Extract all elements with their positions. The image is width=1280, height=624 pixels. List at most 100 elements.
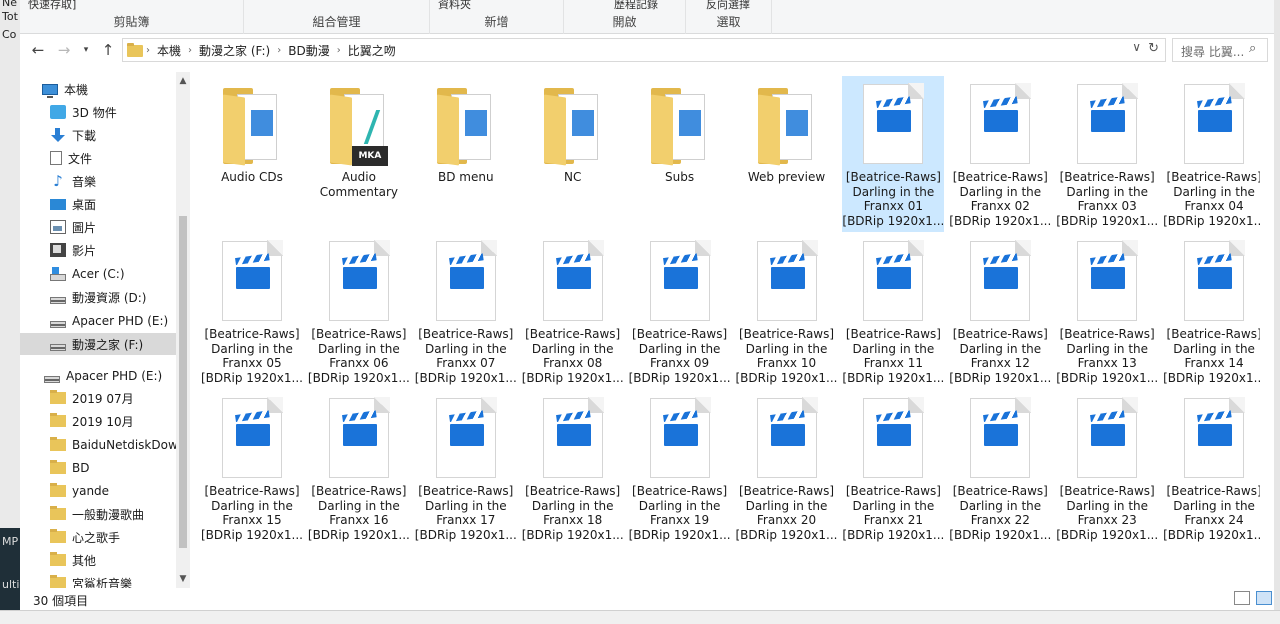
sidebar-item[interactable]: yande: [20, 480, 178, 502]
video-file-item[interactable]: [Beatrice-Raws] Darling in the Franxx 07 [B…: [415, 233, 517, 389]
status-bar: 30 個項目: [20, 588, 1274, 610]
video-file-item[interactable]: [Beatrice-Raws] Darling in the Franxx 02 [B…: [949, 76, 1051, 232]
ribbon-top-text[interactable]: 快速存取]: [28, 0, 76, 12]
sidebar-item[interactable]: 圖片: [20, 216, 178, 238]
sidebar-item-label: yande: [72, 484, 110, 498]
scrollbar-thumb[interactable]: [179, 216, 187, 548]
file-name-line: NC: [564, 170, 582, 184]
video-file-item[interactable]: [Beatrice-Raws] Darling in the Franxx 09 [B…: [629, 233, 731, 389]
folder-item[interactable]: NC: [522, 76, 624, 232]
folder-item[interactable]: Web preview: [736, 76, 838, 232]
sidebar-item[interactable]: BaiduNetdiskDown: [20, 434, 185, 456]
sidebar-item[interactable]: 文件: [20, 147, 178, 169]
file-name-line: Franxx 21: [863, 513, 923, 527]
refresh-icon[interactable]: ↻: [1148, 41, 1159, 56]
video-file-item[interactable]: [Beatrice-Raws] Darling in the Franxx 10 [B…: [736, 233, 838, 389]
scroll-up-arrow-icon[interactable]: ▲: [176, 76, 190, 86]
sidebar-item-label: 桌面: [72, 197, 97, 212]
sidebar-item[interactable]: 心之歌手: [20, 526, 178, 548]
sidebar-item[interactable]: Apacer PHD (E:): [20, 310, 178, 332]
video-file-item[interactable]: [Beatrice-Raws] Darling in the Franxx 18 [B…: [522, 390, 624, 546]
up-arrow-icon[interactable]: ↑: [98, 40, 118, 60]
sidebar-item[interactable]: 2019 10月: [20, 410, 178, 432]
video-file-item[interactable]: [Beatrice-Raws] Darling in the Franxx 08 [B…: [522, 233, 624, 389]
doc-icon: [50, 151, 62, 165]
video-file-item[interactable]: [Beatrice-Raws] Darling in the Franxx 20 [B…: [736, 390, 838, 546]
sidebar-item[interactable]: Acer (C:): [20, 263, 178, 285]
file-name: [Beatrice-Raws] Darling in the Franxx 11 [B…: [842, 327, 944, 385]
file-name-line: Franxx 04: [1184, 199, 1244, 213]
sidebar-item[interactable]: 動漫資源 (D:): [20, 286, 178, 308]
recent-locations-chevron-icon[interactable]: ▾: [76, 40, 96, 60]
search-icon[interactable]: ⌕: [1249, 41, 1256, 56]
video-file-item[interactable]: [Beatrice-Raws] Darling in the Franxx 11 [B…: [842, 233, 944, 389]
details-view-icon[interactable]: [1234, 591, 1250, 605]
pic-icon: [50, 220, 66, 234]
video-file-item[interactable]: [Beatrice-Raws] Darling in the Franxx 16 [B…: [308, 390, 410, 546]
folder-item[interactable]: MKA Audio Commentary: [308, 76, 410, 232]
ribbon-top-text[interactable]: 資料夾: [438, 0, 471, 12]
forward-arrow-icon[interactable]: →: [54, 40, 74, 60]
large-icons-view-icon[interactable]: [1256, 591, 1272, 605]
breadcrumb-item[interactable]: 本機: [153, 42, 185, 59]
video-file-item[interactable]: [Beatrice-Raws] Darling in the Franxx 13 [B…: [1056, 233, 1158, 389]
ribbon-top-text[interactable]: 歷程記錄: [614, 0, 658, 12]
sidebar-item[interactable]: 宮鯊析音樂: [20, 572, 178, 588]
video-file-item[interactable]: [Beatrice-Raws] Darling in the Franxx 01 [B…: [842, 76, 945, 232]
sidebar-item[interactable]: ♪ 音樂: [20, 170, 178, 192]
chevron-right-icon[interactable]: ›: [185, 45, 195, 56]
video-file-item[interactable]: [Beatrice-Raws] Darling in the Franxx 17 [B…: [415, 390, 517, 546]
sidebar-item[interactable]: 2019 07月: [20, 387, 178, 409]
chevron-right-icon[interactable]: ›: [334, 45, 344, 56]
video-file-item[interactable]: [Beatrice-Raws] Darling in the Franxx 21 [B…: [842, 390, 944, 546]
back-arrow-icon[interactable]: ←: [28, 40, 48, 60]
ribbon-group-organize[interactable]: 組合管理: [244, 0, 430, 34]
address-dropdown-chevron-icon[interactable]: ∨: [1132, 40, 1141, 54]
ribbon-top-text[interactable]: 反向選擇: [706, 0, 750, 12]
sidebar-item-label: 動漫之家 (F:): [72, 337, 144, 352]
breadcrumb-item[interactable]: 動漫之家 (F:): [195, 42, 274, 59]
file-name-line: Darling in the: [852, 184, 935, 199]
video-file-item[interactable]: [Beatrice-Raws] Darling in the Franxx 14 [B…: [1163, 233, 1260, 389]
folder-item[interactable]: Subs: [629, 76, 731, 232]
breadcrumb-item[interactable]: 比翼之吻: [344, 42, 400, 59]
sidebar-item[interactable]: 本機: [20, 78, 178, 100]
sidebar-item[interactable]: 動漫之家 (F:): [20, 333, 178, 355]
video-file-item[interactable]: [Beatrice-Raws] Darling in the Franxx 12 [B…: [949, 233, 1051, 389]
sidebar-item[interactable]: 3D 物件: [20, 101, 178, 123]
video-file-item[interactable]: [Beatrice-Raws] Darling in the Franxx 05 [B…: [201, 233, 303, 389]
video-file-item[interactable]: [Beatrice-Raws] Darling in the Franxx 22 [B…: [949, 390, 1051, 546]
video-file-item[interactable]: [Beatrice-Raws] Darling in the Franxx 24 [B…: [1163, 390, 1260, 546]
sidebar-item[interactable]: 下載: [20, 124, 178, 146]
drive-icon: [44, 375, 60, 383]
ribbon-group-select[interactable]: 反向選擇 選取: [686, 0, 772, 34]
scroll-down-arrow-icon[interactable]: ▼: [176, 574, 190, 584]
sidebar-item[interactable]: BD: [20, 457, 178, 479]
ribbon-group-open[interactable]: 歷程記錄 開啟: [564, 0, 686, 34]
sidebar-item[interactable]: 一般動漫歌曲: [20, 503, 178, 525]
chevron-right-icon[interactable]: ›: [143, 45, 153, 56]
video-file-item[interactable]: [Beatrice-Raws] Darling in the Franxx 23 [B…: [1056, 390, 1158, 546]
sidebar-item[interactable]: 其他: [20, 549, 178, 571]
down-icon: [50, 128, 66, 142]
sidebar-item[interactable]: 影片: [20, 239, 178, 261]
ribbon-group-clipboard[interactable]: 快速存取] 剪貼簿: [20, 0, 244, 34]
sidebar-item-label: 2019 10月: [72, 414, 134, 429]
sidebar-item[interactable]: Apacer PHD (E:): [20, 365, 178, 387]
video-file-item[interactable]: [Beatrice-Raws] Darling in the Franxx 04 [B…: [1163, 76, 1260, 232]
video-file-item[interactable]: [Beatrice-Raws] Darling in the Franxx 06 [B…: [308, 233, 410, 389]
chevron-right-icon[interactable]: ›: [274, 45, 284, 56]
video-file-item[interactable]: [Beatrice-Raws] Darling in the Franxx 15 [B…: [201, 390, 303, 546]
address-bar[interactable]: › 本機 › 動漫之家 (F:) › BD動漫 › 比翼之吻 ∨ ↻: [122, 38, 1166, 62]
file-name: Audio CDs: [201, 170, 303, 185]
search-box[interactable]: 搜尋 比翼... ⌕: [1172, 38, 1268, 62]
ribbon-group-new[interactable]: 資料夾 新增: [430, 0, 564, 34]
sidebar-scrollbar[interactable]: ▲ ▼: [176, 72, 190, 588]
breadcrumb-item[interactable]: BD動漫: [284, 42, 333, 59]
video-file-item[interactable]: [Beatrice-Raws] Darling in the Franxx 19 [B…: [629, 390, 731, 546]
sidebar-item[interactable]: 桌面: [20, 193, 178, 215]
folder-item[interactable]: Audio CDs: [201, 76, 303, 232]
video-file-item[interactable]: [Beatrice-Raws] Darling in the Franxx 03 [B…: [1056, 76, 1158, 232]
folder-item[interactable]: BD menu: [415, 76, 517, 232]
file-name: [Beatrice-Raws] Darling in the Franxx 15 [B…: [201, 484, 303, 542]
